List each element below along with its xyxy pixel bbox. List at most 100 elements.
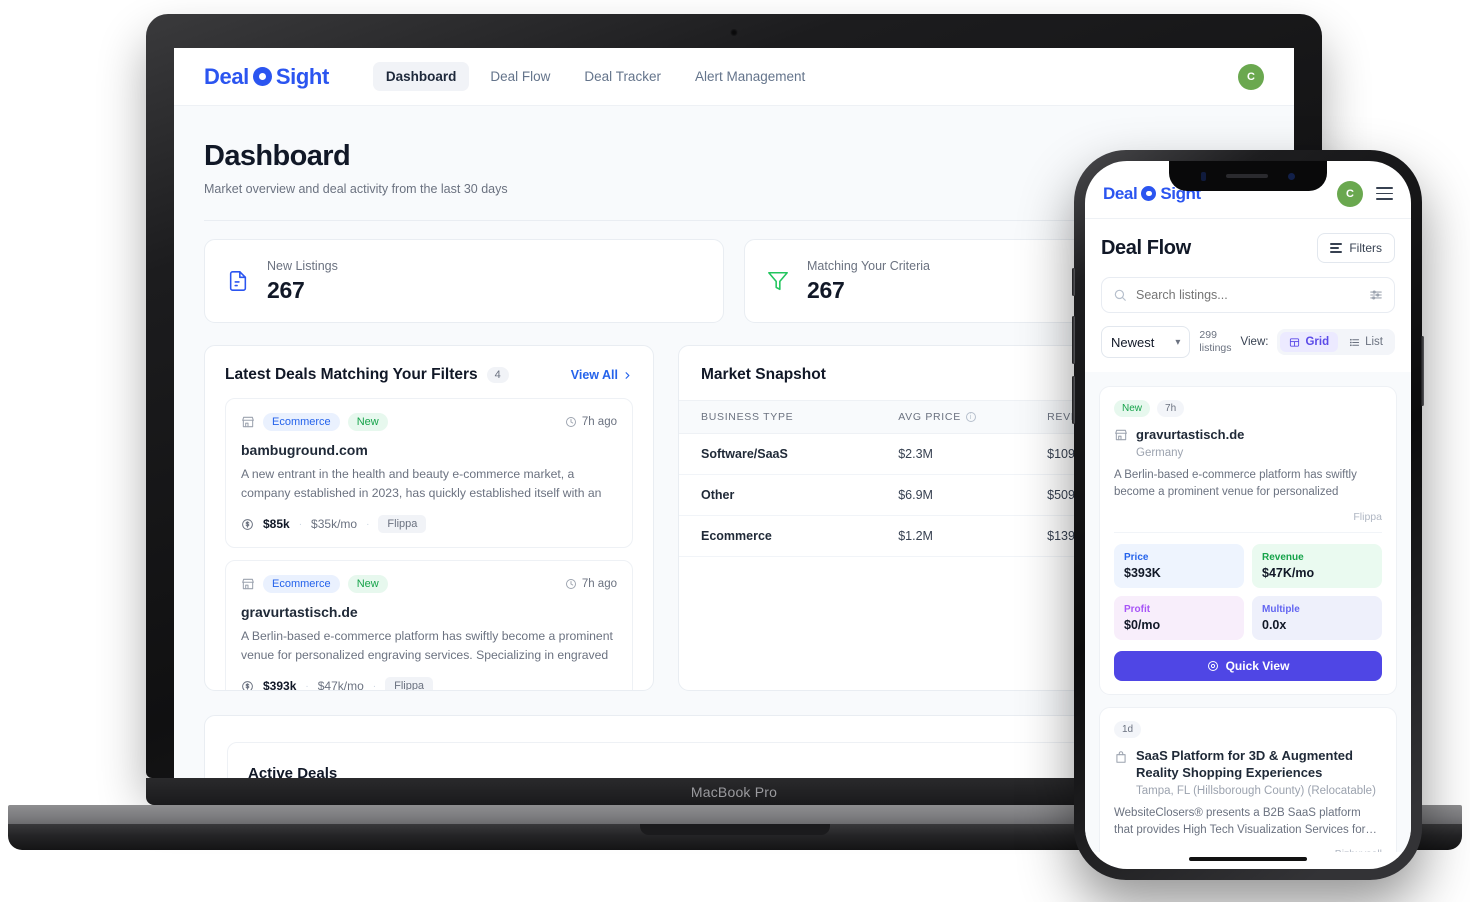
view-toggle-list[interactable]: List [1340,332,1392,352]
store-icon [242,578,254,590]
phone-page-header: Deal Flow Filters [1101,233,1395,263]
listing-card[interactable]: New 7h gravurtastisch.de Germany A Berli… [1099,386,1397,695]
deal-card[interactable]: Ecommerce New 7h ago bambuground.com A n… [225,398,633,548]
stat-value: 267 [807,276,845,303]
metric-value: $47K/mo [1262,565,1315,580]
document-icon [227,270,249,292]
listing-source: Flippa [1114,511,1382,533]
cell-business-type: Software/SaaS [679,433,899,475]
col-avg-price: AVG PRICE i [898,400,1048,434]
view-toggle-grid[interactable]: Grid [1280,332,1339,352]
metric-tile-multiple: Multiple 0.0x [1252,595,1382,640]
listing-source: Bizbuysell [1114,848,1382,852]
view-all-link[interactable]: View All [571,368,633,382]
listing-new-badge: New [1114,400,1151,417]
hamburger-icon[interactable] [1376,187,1393,200]
logo-text-sight: Sight [275,63,329,89]
phone-volume-down-button[interactable] [1072,376,1075,424]
macbook-label: MacBook Pro [690,783,778,800]
laptop-camera-icon [730,29,738,36]
deal-card[interactable]: Ecommerce New 7h ago gravurtastisch.de A… [225,560,633,691]
sort-select[interactable]: Newest ▾ [1101,326,1191,358]
phone-power-button[interactable] [1421,336,1424,406]
phone-sensor-icon [1201,171,1206,181]
clock-icon [565,417,576,427]
phone-screen: Deal Sight C Deal Flow Filters Search li… [1085,161,1411,869]
meta-separator: · [305,680,309,691]
metric-key: Multiple [1262,603,1300,615]
metric-value: 0.0x [1262,617,1287,632]
listing-card[interactable]: 1d SaaS Platform for 3D & Augmented Real… [1099,706,1397,852]
avatar[interactable]: C [1337,180,1363,207]
deal-price: $85k [263,517,290,531]
phone-nav-actions: C [1337,180,1393,207]
nav-item-deal-flow[interactable]: Deal Flow [477,62,563,91]
macbook-base-notch [640,824,830,835]
metric-tile-price: Price $393K [1114,543,1244,588]
deal-revenue: $35k/mo [311,517,358,531]
deal-timestamp: 7h ago [565,578,617,590]
col-business-type: BUSINESS TYPE [679,400,899,434]
metric-value: $0/mo [1124,617,1161,632]
deal-name: gravurtastisch.de [241,604,358,620]
listing-title-row: SaaS Platform for 3D & Augmented Reality… [1114,748,1382,797]
cell-avg-price: $2.3M [898,433,1048,475]
store-icon [242,416,254,428]
cell-avg-price: $6.9M [898,474,1048,516]
search-input[interactable] [1136,288,1360,302]
deal-card-header: Ecommerce New 7h ago [241,575,617,593]
listing-description: A Berlin-based e-commerce platform has s… [1114,468,1357,499]
listing-name: gravurtastisch.de [1136,427,1245,442]
nav-item-alert-management[interactable]: Alert Management [682,62,818,91]
logo-text-deal: Deal [1103,183,1138,203]
nav-item-dashboard[interactable]: Dashboard [372,62,470,91]
filters-button[interactable]: Filters [1317,233,1395,263]
dollar-icon [242,518,253,530]
phone-mute-switch[interactable] [1072,268,1075,296]
deal-price: $393k [263,679,297,691]
view-grid-label: Grid [1305,336,1330,348]
deal-category-tag: Ecommerce [263,413,340,431]
deal-meta: $393k · $47k/mo · Flippa [241,677,617,691]
meta-separator: · [298,518,303,530]
listing-card-badges: New 7h [1114,400,1382,417]
stat-card-new-listings[interactable]: New Listings 267 [204,239,724,323]
phone-page-title: Deal Flow [1101,236,1191,259]
metric-key: Profit [1124,603,1151,615]
deal-description: A new entrant in the health and beauty e… [241,467,602,500]
deal-new-badge: New [347,413,388,431]
search-bar[interactable] [1101,277,1395,313]
quick-view-button[interactable]: Quick View [1114,650,1382,681]
deal-time-label: 7h ago [581,416,617,428]
listing-age-badge: 1d [1114,720,1142,738]
phone-listing-feed[interactable]: New 7h gravurtastisch.de Germany A Berli… [1085,372,1411,852]
dollar-icon [242,680,253,690]
metric-tile-profit: Profit $0/mo [1114,595,1244,640]
deal-source: Flippa [378,515,427,533]
stat-label: New Listings [267,258,338,273]
metric-key: Revenue [1262,551,1304,563]
listings-count: 299 listings [1199,329,1231,355]
list-controls: Newest ▾ 299 listings View: Grid List [1101,326,1395,358]
listings-count-value: 299 [1199,328,1217,341]
latest-deals-title: Latest Deals Matching Your Filters [225,366,478,383]
nav-item-deal-tracker[interactable]: Deal Tracker [571,62,674,91]
listing-title-row: gravurtastisch.de Germany [1114,427,1382,459]
phone-speaker-icon [1226,174,1268,178]
phone-camera-icon [1288,172,1295,180]
phone-volume-up-button[interactable] [1072,316,1075,364]
clock-icon [565,579,576,589]
laptop-navbar: Deal Sight Dashboard Deal Flow Deal Trac… [174,48,1294,106]
info-icon[interactable]: i [965,412,976,423]
logo-text-deal: Deal [204,63,249,89]
deal-card-header: Ecommerce New 7h ago [241,413,617,431]
listings-count-label: listings [1199,342,1232,354]
eye-icon [252,67,272,86]
meta-separator: · [366,518,370,530]
eye-circle-icon [1207,660,1218,671]
avatar[interactable]: C [1238,63,1264,90]
cell-business-type: Ecommerce [679,515,899,557]
phone-body: Deal Flow Filters Newe [1085,219,1411,869]
app-logo[interactable]: Deal Sight [204,64,329,90]
chevron-right-icon [625,371,630,379]
